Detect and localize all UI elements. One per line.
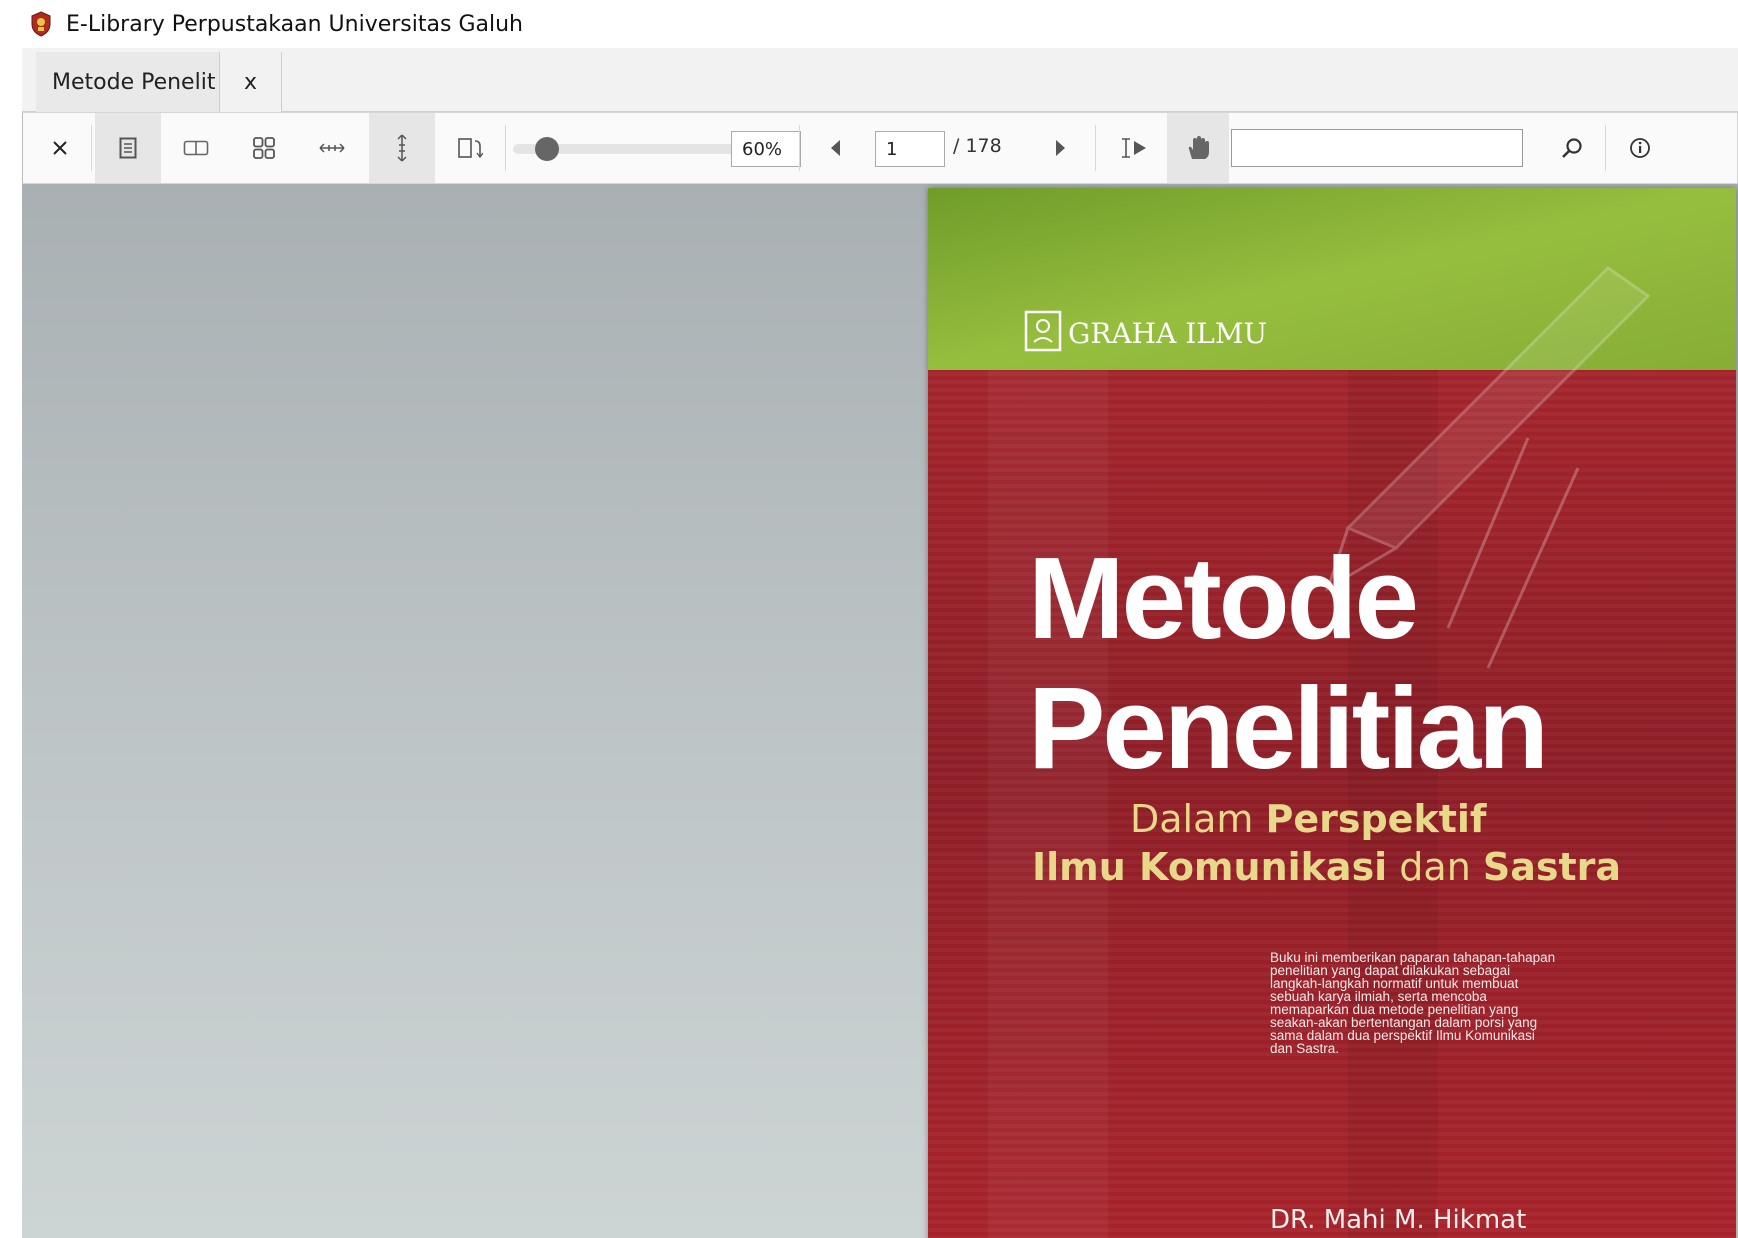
subtitle-part: Ilmu Komunikasi xyxy=(1032,845,1387,889)
zoom-level-field[interactable]: 60% xyxy=(731,131,801,167)
window-titlebar: E-Library Perpustakaan Universitas Galuh xyxy=(0,0,1738,48)
document-info-button[interactable] xyxy=(1613,113,1667,183)
subtitle-part: dan xyxy=(1387,845,1483,889)
zoom-slider-handle[interactable] xyxy=(535,137,559,161)
previous-page-icon xyxy=(831,140,840,156)
info-icon xyxy=(1630,138,1650,158)
pan-tool-button[interactable] xyxy=(1167,113,1229,183)
tab-close-button[interactable]: x xyxy=(220,52,282,112)
window-title: E-Library Perpustakaan Universitas Galuh xyxy=(66,11,523,37)
tab-label: Metode Penelit xyxy=(52,69,216,95)
rotate-page-button[interactable] xyxy=(437,113,503,183)
single-page-view-icon xyxy=(119,137,137,159)
fit-width-icon xyxy=(319,143,345,153)
fit-height-icon xyxy=(397,134,407,162)
university-crest-icon xyxy=(31,11,51,37)
text-select-icon xyxy=(1122,138,1146,158)
book-title-line1: Metode xyxy=(1028,533,1416,663)
fit-height-button[interactable] xyxy=(369,113,435,183)
book-cover: GRAHA ILMU Metode Penelitian Dalam Persp… xyxy=(928,188,1736,1238)
previous-page-button[interactable] xyxy=(813,113,857,183)
subtitle-part: Sastra xyxy=(1483,845,1621,889)
thumbnails-grid-icon xyxy=(253,137,275,159)
next-page-button[interactable] xyxy=(1039,113,1083,183)
single-page-view-button[interactable] xyxy=(95,113,161,183)
blurb-line: dan Sastra. xyxy=(1270,1041,1339,1056)
page-total-label: / 178 xyxy=(953,135,1002,157)
viewer-toolbar: 60% 1 / 178 xyxy=(22,112,1738,184)
search-button[interactable] xyxy=(1547,113,1597,183)
page-number-input[interactable]: 1 xyxy=(875,131,945,167)
tab-document[interactable]: Metode Penelit xyxy=(36,52,220,112)
thumbnails-button[interactable] xyxy=(231,113,297,183)
book-title-line2: Penelitian xyxy=(1028,663,1546,793)
text-select-button[interactable] xyxy=(1101,113,1165,183)
search-input[interactable] xyxy=(1231,129,1523,167)
tab-strip: Metode Penelit x xyxy=(22,48,1738,112)
document-viewer[interactable]: GRAHA ILMU Metode Penelitian Dalam Persp… xyxy=(22,184,1738,1238)
next-page-icon xyxy=(1056,140,1065,156)
subtitle-part: Perspektif xyxy=(1266,797,1487,841)
subtitle-part: Dalam xyxy=(1130,797,1266,841)
close-viewer-button[interactable] xyxy=(37,113,83,183)
tab-close-label: x xyxy=(243,69,258,95)
fit-width-button[interactable] xyxy=(299,113,365,183)
book-subtitle-line1: Dalam Perspektif xyxy=(1130,797,1487,841)
publisher-name: GRAHA ILMU xyxy=(1068,317,1267,350)
close-icon xyxy=(53,141,67,155)
book-view-button[interactable] xyxy=(163,113,229,183)
search-icon xyxy=(1562,138,1582,158)
book-view-icon xyxy=(183,140,209,156)
book-author: DR. Mahi M. Hikmat xyxy=(1270,1205,1526,1235)
rotate-page-icon xyxy=(458,138,483,159)
book-subtitle-line2: Ilmu Komunikasi dan Sastra xyxy=(1032,845,1621,889)
hand-pan-icon xyxy=(1188,136,1209,159)
pdf-page-cover: GRAHA ILMU Metode Penelitian Dalam Persp… xyxy=(928,188,1736,1238)
